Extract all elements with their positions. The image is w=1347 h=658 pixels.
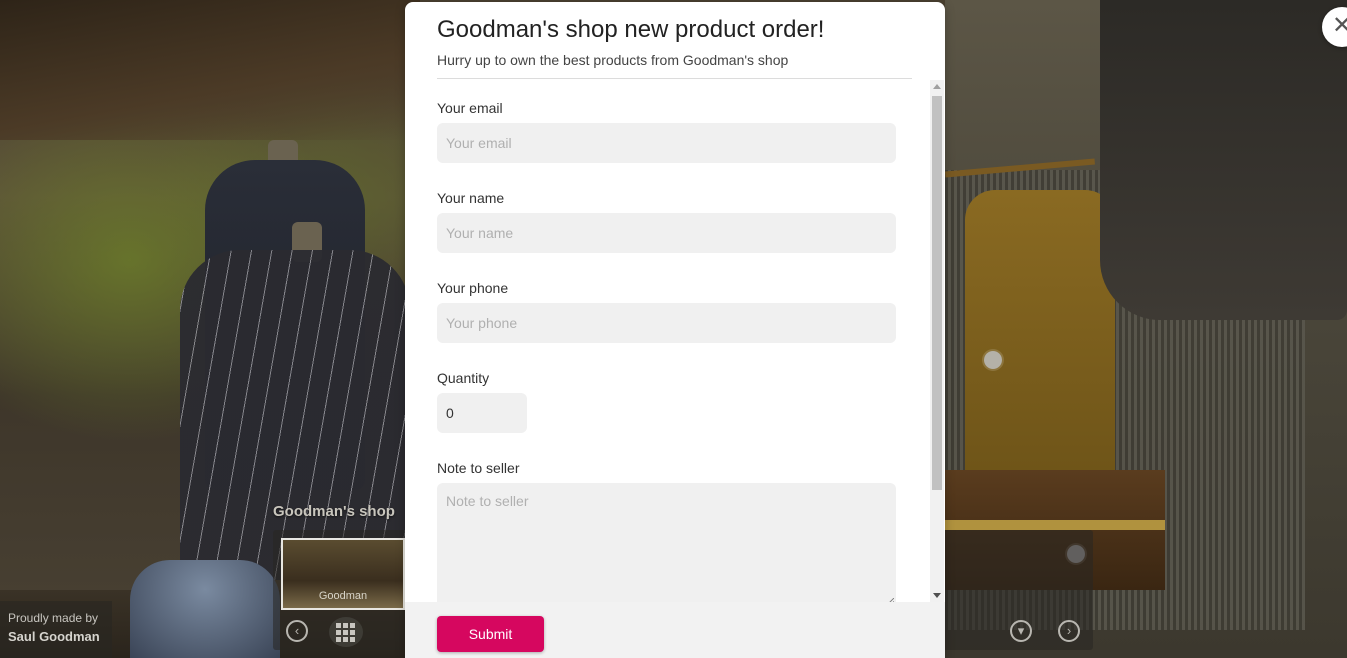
prev-button[interactable]: ‹ xyxy=(286,620,308,642)
scrollbar-thumb[interactable] xyxy=(932,96,942,490)
jacket-grey xyxy=(1100,0,1347,320)
order-modal: Goodman's shop new product order! Hurry … xyxy=(405,2,945,658)
tour-title: Goodman's shop xyxy=(273,503,395,520)
note-label: Note to seller xyxy=(437,460,520,476)
grid-icon xyxy=(336,622,356,642)
note-textarea[interactable]: Note to seller xyxy=(437,483,896,602)
quantity-field[interactable]: 0 xyxy=(437,393,527,433)
modal-title: Goodman's shop new product order! xyxy=(437,16,825,43)
credit-box[interactable]: Proudly made by Saul Goodman xyxy=(0,601,112,658)
form-scrollbar[interactable] xyxy=(930,80,944,602)
ceramic-pot xyxy=(130,560,280,658)
scroll-up-arrow-icon[interactable] xyxy=(933,84,941,89)
email-field[interactable]: Your email xyxy=(437,123,896,163)
scroll-down-arrow-icon[interactable] xyxy=(933,593,941,598)
quantity-label: Quantity xyxy=(437,370,490,386)
divider xyxy=(437,78,912,79)
next-button[interactable]: › xyxy=(1058,620,1080,642)
hotspot[interactable] xyxy=(984,351,1002,369)
modal-footer: Submit xyxy=(405,602,945,658)
jacket-suede xyxy=(965,190,1115,480)
thumbnail-label: Goodman xyxy=(318,590,368,602)
grid-button[interactable] xyxy=(329,617,363,647)
note-placeholder: Note to seller xyxy=(446,493,529,509)
name-label: Your name xyxy=(437,190,505,206)
credit-line1: Proudly made by xyxy=(8,611,99,625)
modal-subtitle: Hurry up to own the best products from G… xyxy=(437,52,789,68)
chevron-down-icon: ▾ xyxy=(1017,623,1025,638)
scroll-down-button[interactable]: ▾ xyxy=(1010,620,1032,642)
phone-label: Your phone xyxy=(437,280,509,296)
email-label: Your email xyxy=(437,100,503,116)
chevron-right-icon: › xyxy=(1066,623,1072,638)
phone-field[interactable]: Your phone xyxy=(437,303,896,343)
scene-thumbnail[interactable]: Goodman xyxy=(281,538,405,610)
chevron-left-icon: ‹ xyxy=(294,623,300,638)
ceiling xyxy=(0,0,420,140)
submit-button[interactable]: Submit xyxy=(437,616,544,652)
chest-band xyxy=(945,520,1165,530)
order-form: Your email Your email Your name Your nam… xyxy=(405,80,945,602)
name-field[interactable]: Your name xyxy=(437,213,896,253)
credit-line2: Saul Goodman xyxy=(8,629,100,644)
close-icon: ✕ xyxy=(1332,12,1347,39)
